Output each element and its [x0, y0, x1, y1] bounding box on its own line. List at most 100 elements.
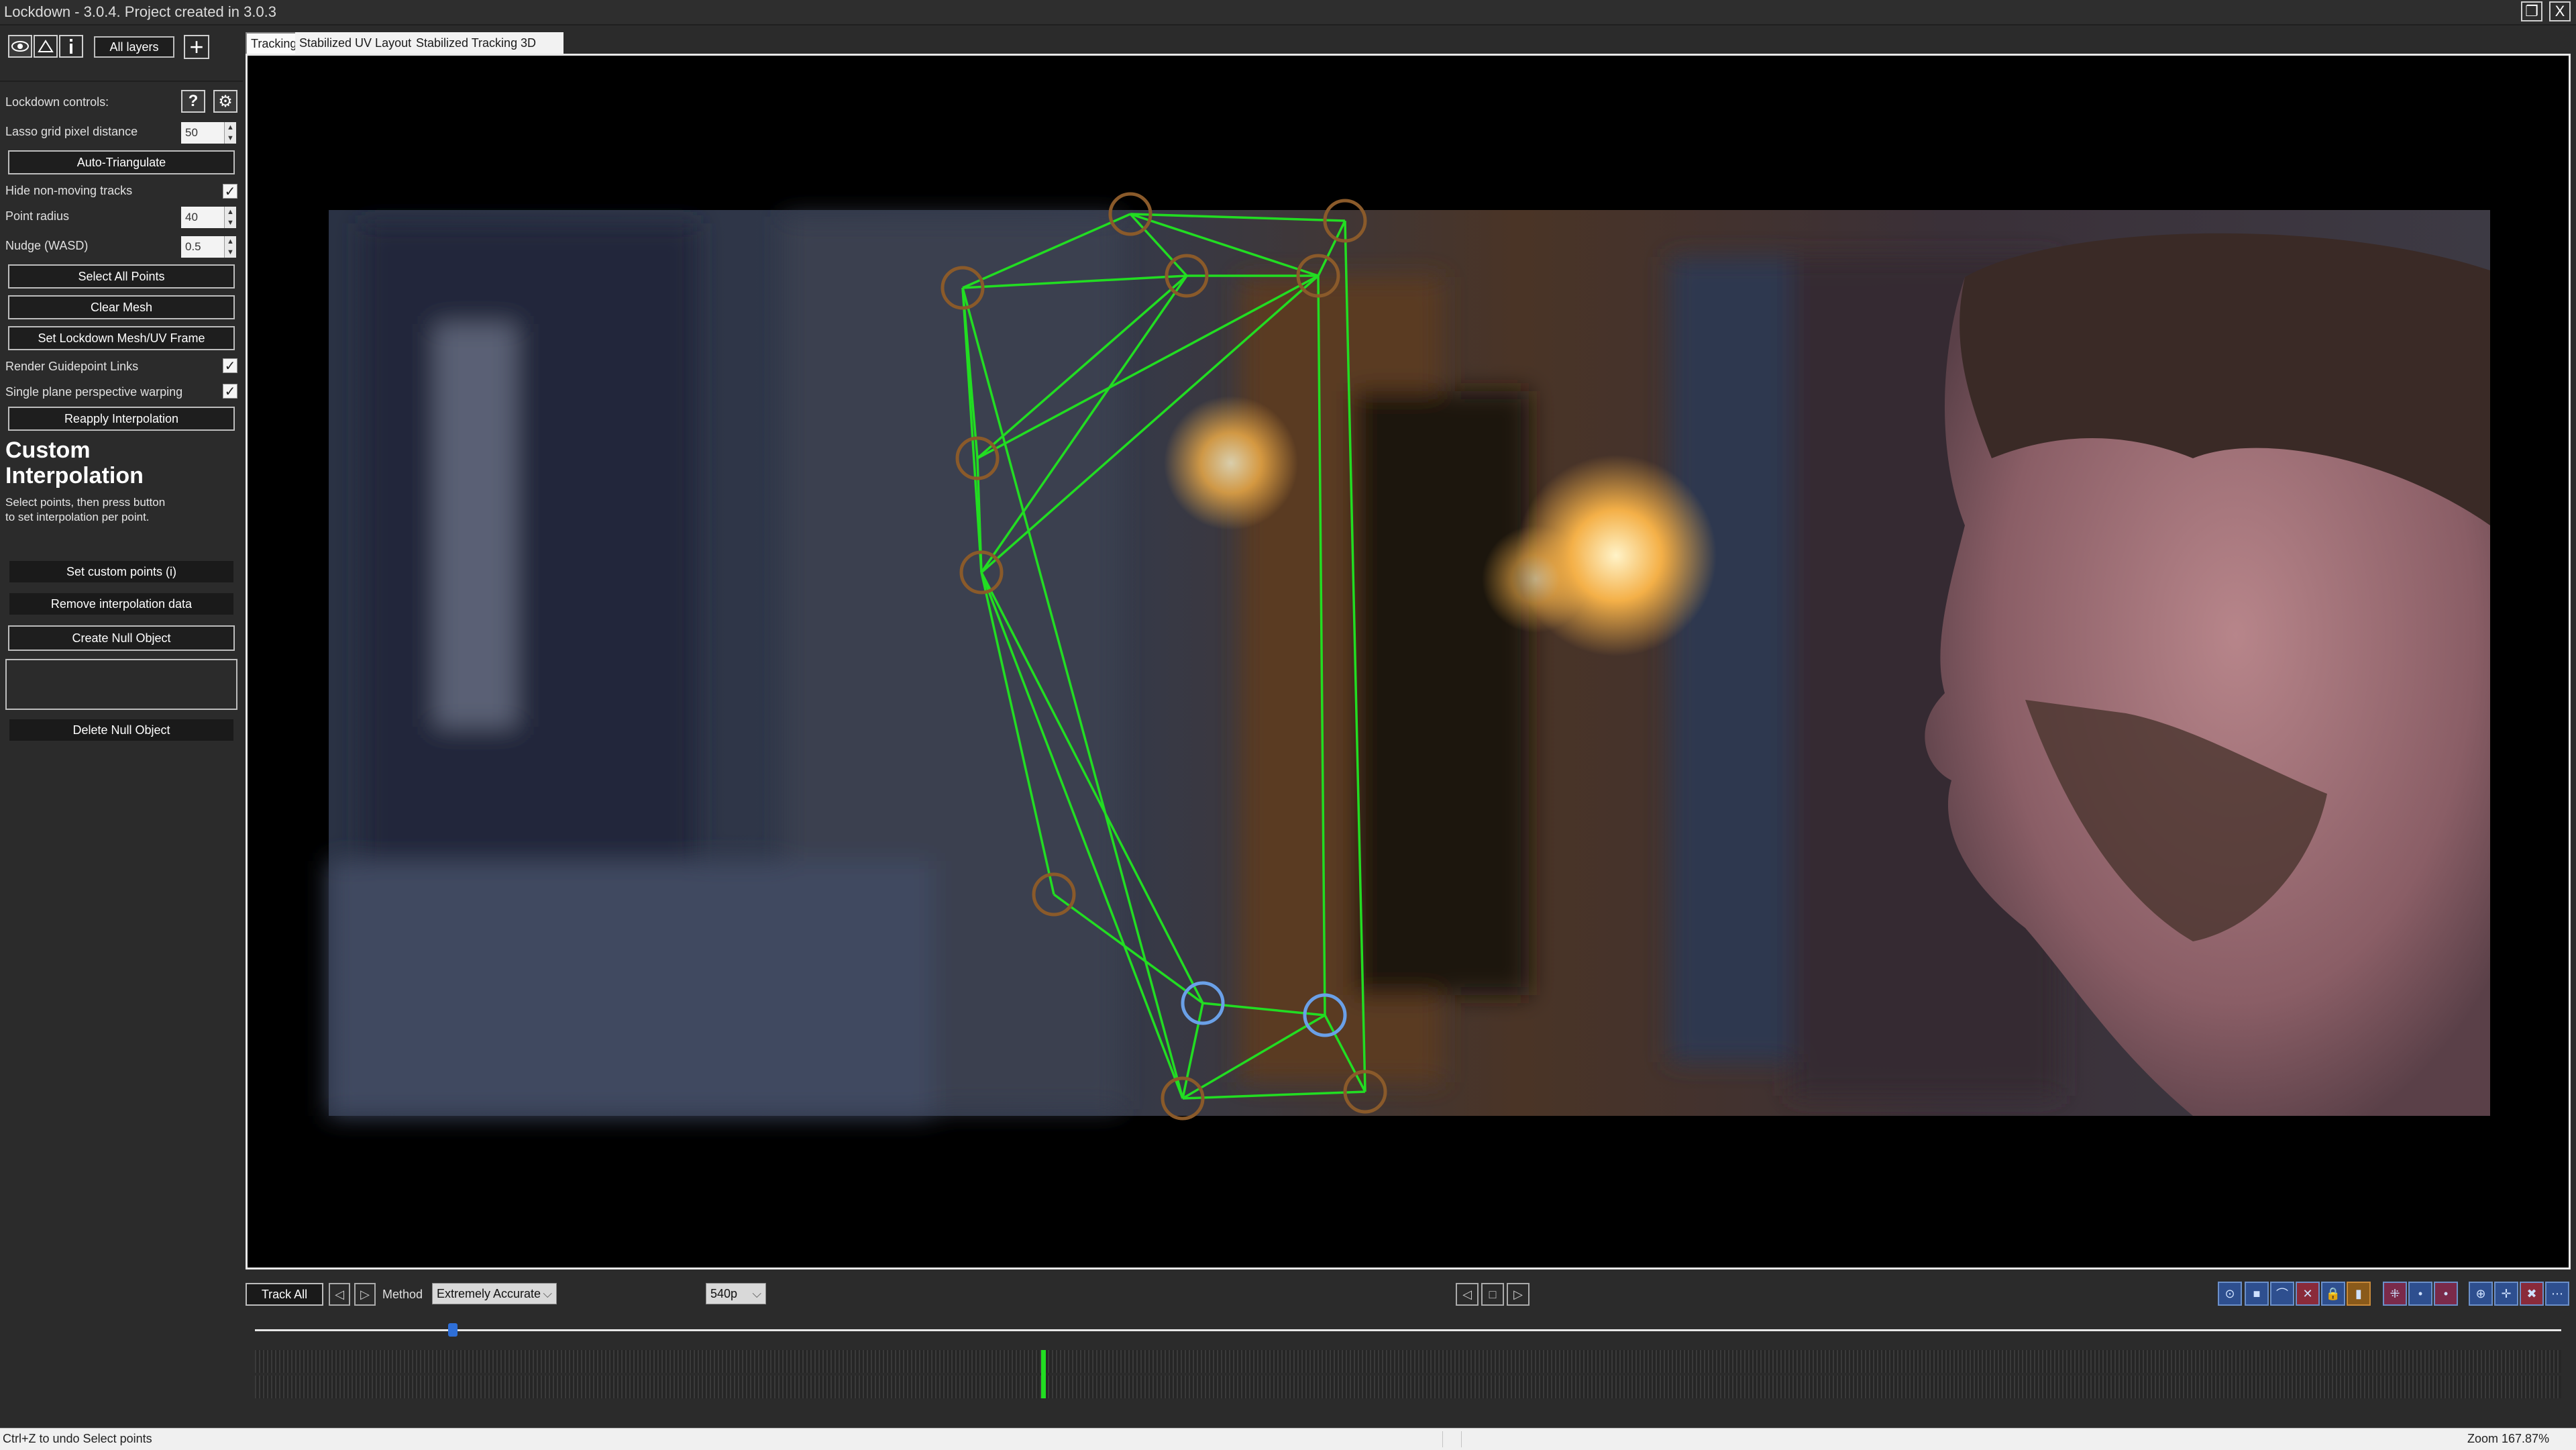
window-title: Lockdown - 3.0.4. Project created in 3.0… — [4, 3, 277, 20]
null-object-list[interactable] — [5, 659, 237, 710]
point-radius-input[interactable]: 40 — [181, 207, 224, 228]
remove-interpolation-label: Remove interpolation data — [50, 597, 193, 611]
gear-icon: ⚙ — [218, 92, 233, 111]
timeline-track-bar[interactable] — [255, 1350, 2561, 1398]
description-line: Select points, then press button — [5, 496, 166, 509]
lasso-grid-stepper[interactable]: 50 ▲ ▼ — [181, 122, 237, 144]
tool-more-icon[interactable]: ⋯ — [2545, 1282, 2569, 1306]
reapply-interpolation-button[interactable]: Reapply Interpolation — [8, 407, 235, 431]
divider — [0, 81, 243, 82]
plus-icon: + — [189, 33, 204, 60]
checkmark-icon: ✓ — [224, 384, 236, 399]
resolution-select[interactable]: 540p ⌵ — [706, 1283, 766, 1304]
clear-mesh-label: Clear Mesh — [90, 300, 153, 314]
timeline-slider-track[interactable] — [255, 1329, 2561, 1331]
tab-stabilized-uv-layout[interactable]: Stabilized UV Layout — [295, 32, 416, 54]
spin-arrows-icon[interactable]: ▲ ▼ — [224, 207, 236, 228]
viewport-canvas[interactable] — [248, 56, 2569, 1267]
remove-interpolation-button[interactable]: Remove interpolation data — [8, 592, 235, 616]
triangle-icon — [38, 40, 54, 52]
custom-interpolation-heading: Custom Interpolation — [5, 437, 144, 488]
timeline-current-frame-marker — [1041, 1350, 1046, 1398]
track-forward-button[interactable]: ▷ — [354, 1283, 376, 1306]
tab-stabilized-tracking[interactable]: Stabilized Tracking — [412, 32, 522, 54]
set-custom-points-button[interactable]: Set custom points (i) — [8, 560, 235, 584]
stop-icon: □ — [1489, 1287, 1497, 1301]
tab-tracking[interactable]: Tracking — [246, 32, 303, 54]
tool-remove-track-icon[interactable]: ✖ — [2520, 1282, 2544, 1306]
single-plane-checkbox[interactable]: ✓ — [223, 384, 237, 399]
resolution-value: 540p — [710, 1286, 738, 1300]
tool-grid-icon[interactable]: ⁜ — [2383, 1282, 2407, 1306]
tab-3d[interactable]: 3D — [517, 32, 564, 54]
view-eye-button[interactable] — [8, 35, 32, 58]
tab-label: Tracking — [251, 36, 297, 50]
tool-target-icon[interactable]: ⊕ — [2469, 1282, 2493, 1306]
select-all-points-label: Select All Points — [78, 269, 165, 283]
tool-delete-icon[interactable]: ✕ — [2296, 1282, 2320, 1306]
restore-window-button[interactable]: ❐ — [2521, 1, 2542, 21]
title-bar: Lockdown - 3.0.4. Project created in 3.0… — [0, 0, 2576, 25]
restore-icon: ❐ — [2525, 3, 2538, 19]
tool-pin-icon[interactable]: ▮ — [2347, 1282, 2371, 1306]
chevron-down-icon: ⌵ — [543, 1286, 552, 1300]
select-all-points-button[interactable]: Select All Points — [8, 264, 235, 289]
tracking-viewport[interactable] — [246, 54, 2571, 1270]
tool-point-add-icon[interactable]: • — [2408, 1282, 2432, 1306]
tab-label: 3D — [521, 36, 537, 50]
lasso-grid-input[interactable]: 50 — [181, 122, 224, 144]
spin-arrows-icon[interactable]: ▲ ▼ — [224, 122, 236, 144]
set-lockdown-mesh-label: Set Lockdown Mesh/UV Frame — [38, 331, 205, 345]
clear-mesh-button[interactable]: Clear Mesh — [8, 295, 235, 319]
nudge-label: Nudge (WASD) — [5, 239, 89, 252]
nudge-input[interactable]: 0.5 — [181, 236, 224, 258]
close-window-button[interactable]: X — [2549, 1, 2571, 21]
stop-button[interactable]: □ — [1481, 1283, 1504, 1306]
hide-nonmoving-checkbox[interactable]: ✓ — [223, 184, 237, 199]
view-info-button[interactable] — [59, 35, 83, 58]
track-all-button[interactable]: Track All — [246, 1283, 323, 1306]
tool-square-icon[interactable]: ■ — [2245, 1282, 2269, 1306]
next-frame-button[interactable]: ▷ — [1507, 1283, 1529, 1306]
delete-null-object-label: Delete Null Object — [72, 723, 170, 737]
set-lockdown-mesh-button[interactable]: Set Lockdown Mesh/UV Frame — [8, 326, 235, 350]
checkmark-icon: ✓ — [224, 184, 236, 199]
checkmark-icon: ✓ — [224, 358, 236, 374]
custom-interpolation-description: Select points, then press button to set … — [5, 495, 165, 525]
bokeh-light — [1164, 396, 1298, 530]
spin-arrows-icon[interactable]: ▲ ▼ — [224, 236, 236, 258]
info-icon — [70, 39, 72, 54]
previous-frame-button[interactable]: ◁ — [1456, 1283, 1479, 1306]
tool-lock-icon[interactable]: 🔒 — [2321, 1282, 2345, 1306]
hide-nonmoving-label: Hide non-moving tracks — [5, 184, 133, 197]
previous-icon: ◁ — [1462, 1287, 1472, 1301]
method-value: Extremely Accurate — [437, 1286, 541, 1300]
view-mesh-button[interactable] — [34, 35, 58, 58]
method-label: Method — [382, 1288, 423, 1301]
question-icon: ? — [188, 92, 199, 110]
tool-point-remove-icon[interactable]: • — [2434, 1282, 2458, 1306]
all-layers-button[interactable]: All layers — [94, 36, 174, 58]
settings-button[interactable]: ⚙ — [213, 90, 237, 113]
track-backward-button[interactable]: ◁ — [329, 1283, 350, 1306]
auto-triangulate-label: Auto-Triangulate — [76, 155, 166, 169]
create-null-object-button[interactable]: Create Null Object — [8, 625, 235, 651]
lasso-grid-label: Lasso grid pixel distance — [5, 125, 138, 138]
reapply-interpolation-label: Reapply Interpolation — [64, 411, 179, 425]
nudge-stepper[interactable]: 0.5 ▲ ▼ — [181, 236, 237, 258]
timeline-slider-handle[interactable] — [448, 1323, 458, 1337]
track-forward-icon: ▷ — [360, 1287, 370, 1301]
heading-line: Interpolation — [5, 463, 144, 488]
chevron-down-icon: ⌵ — [752, 1286, 761, 1300]
help-button[interactable]: ? — [181, 90, 205, 113]
auto-triangulate-button[interactable]: Auto-Triangulate — [8, 150, 235, 174]
render-links-checkbox[interactable]: ✓ — [223, 358, 237, 374]
point-radius-stepper[interactable]: 40 ▲ ▼ — [181, 207, 237, 228]
tool-crosshair-icon[interactable]: ✛ — [2494, 1282, 2518, 1306]
method-select[interactable]: Extremely Accurate ⌵ — [432, 1283, 557, 1304]
status-bar: Ctrl+Z to undo Select points Zoom 167.87… — [0, 1428, 2576, 1450]
tool-lasso-icon[interactable]: ⌒ — [2270, 1282, 2294, 1306]
add-layer-button[interactable]: + — [184, 33, 209, 60]
tool-select-icon[interactable]: ⊙ — [2218, 1282, 2242, 1306]
delete-null-object-button[interactable]: Delete Null Object — [8, 718, 235, 742]
